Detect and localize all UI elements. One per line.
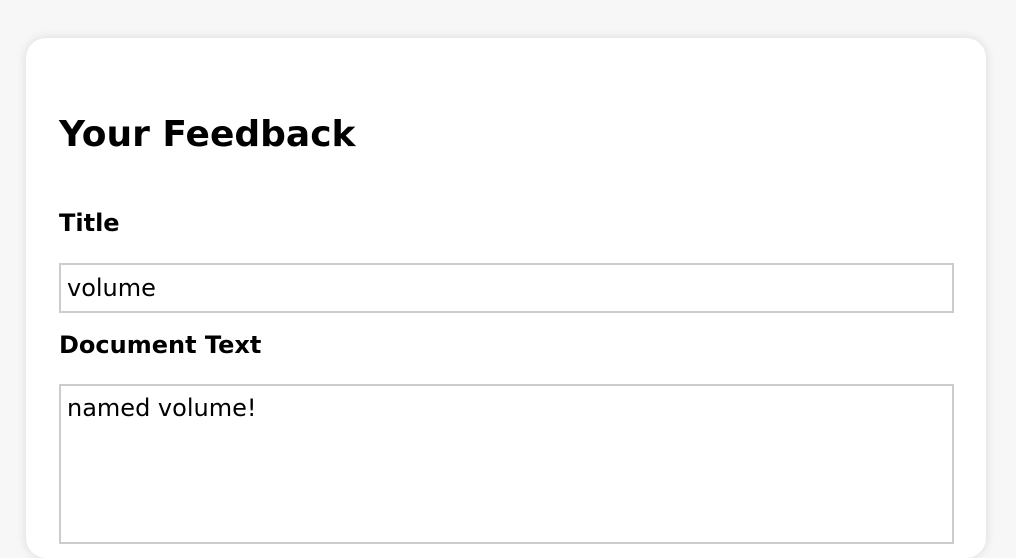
feedback-card: Your Feedback Title Document Text named … xyxy=(26,38,986,558)
page-title: Your Feedback xyxy=(59,114,356,155)
title-input[interactable] xyxy=(59,263,954,313)
document-text-label: Document Text xyxy=(59,331,262,359)
title-label: Title xyxy=(59,209,120,237)
document-text-area[interactable]: named volume! xyxy=(59,384,954,544)
